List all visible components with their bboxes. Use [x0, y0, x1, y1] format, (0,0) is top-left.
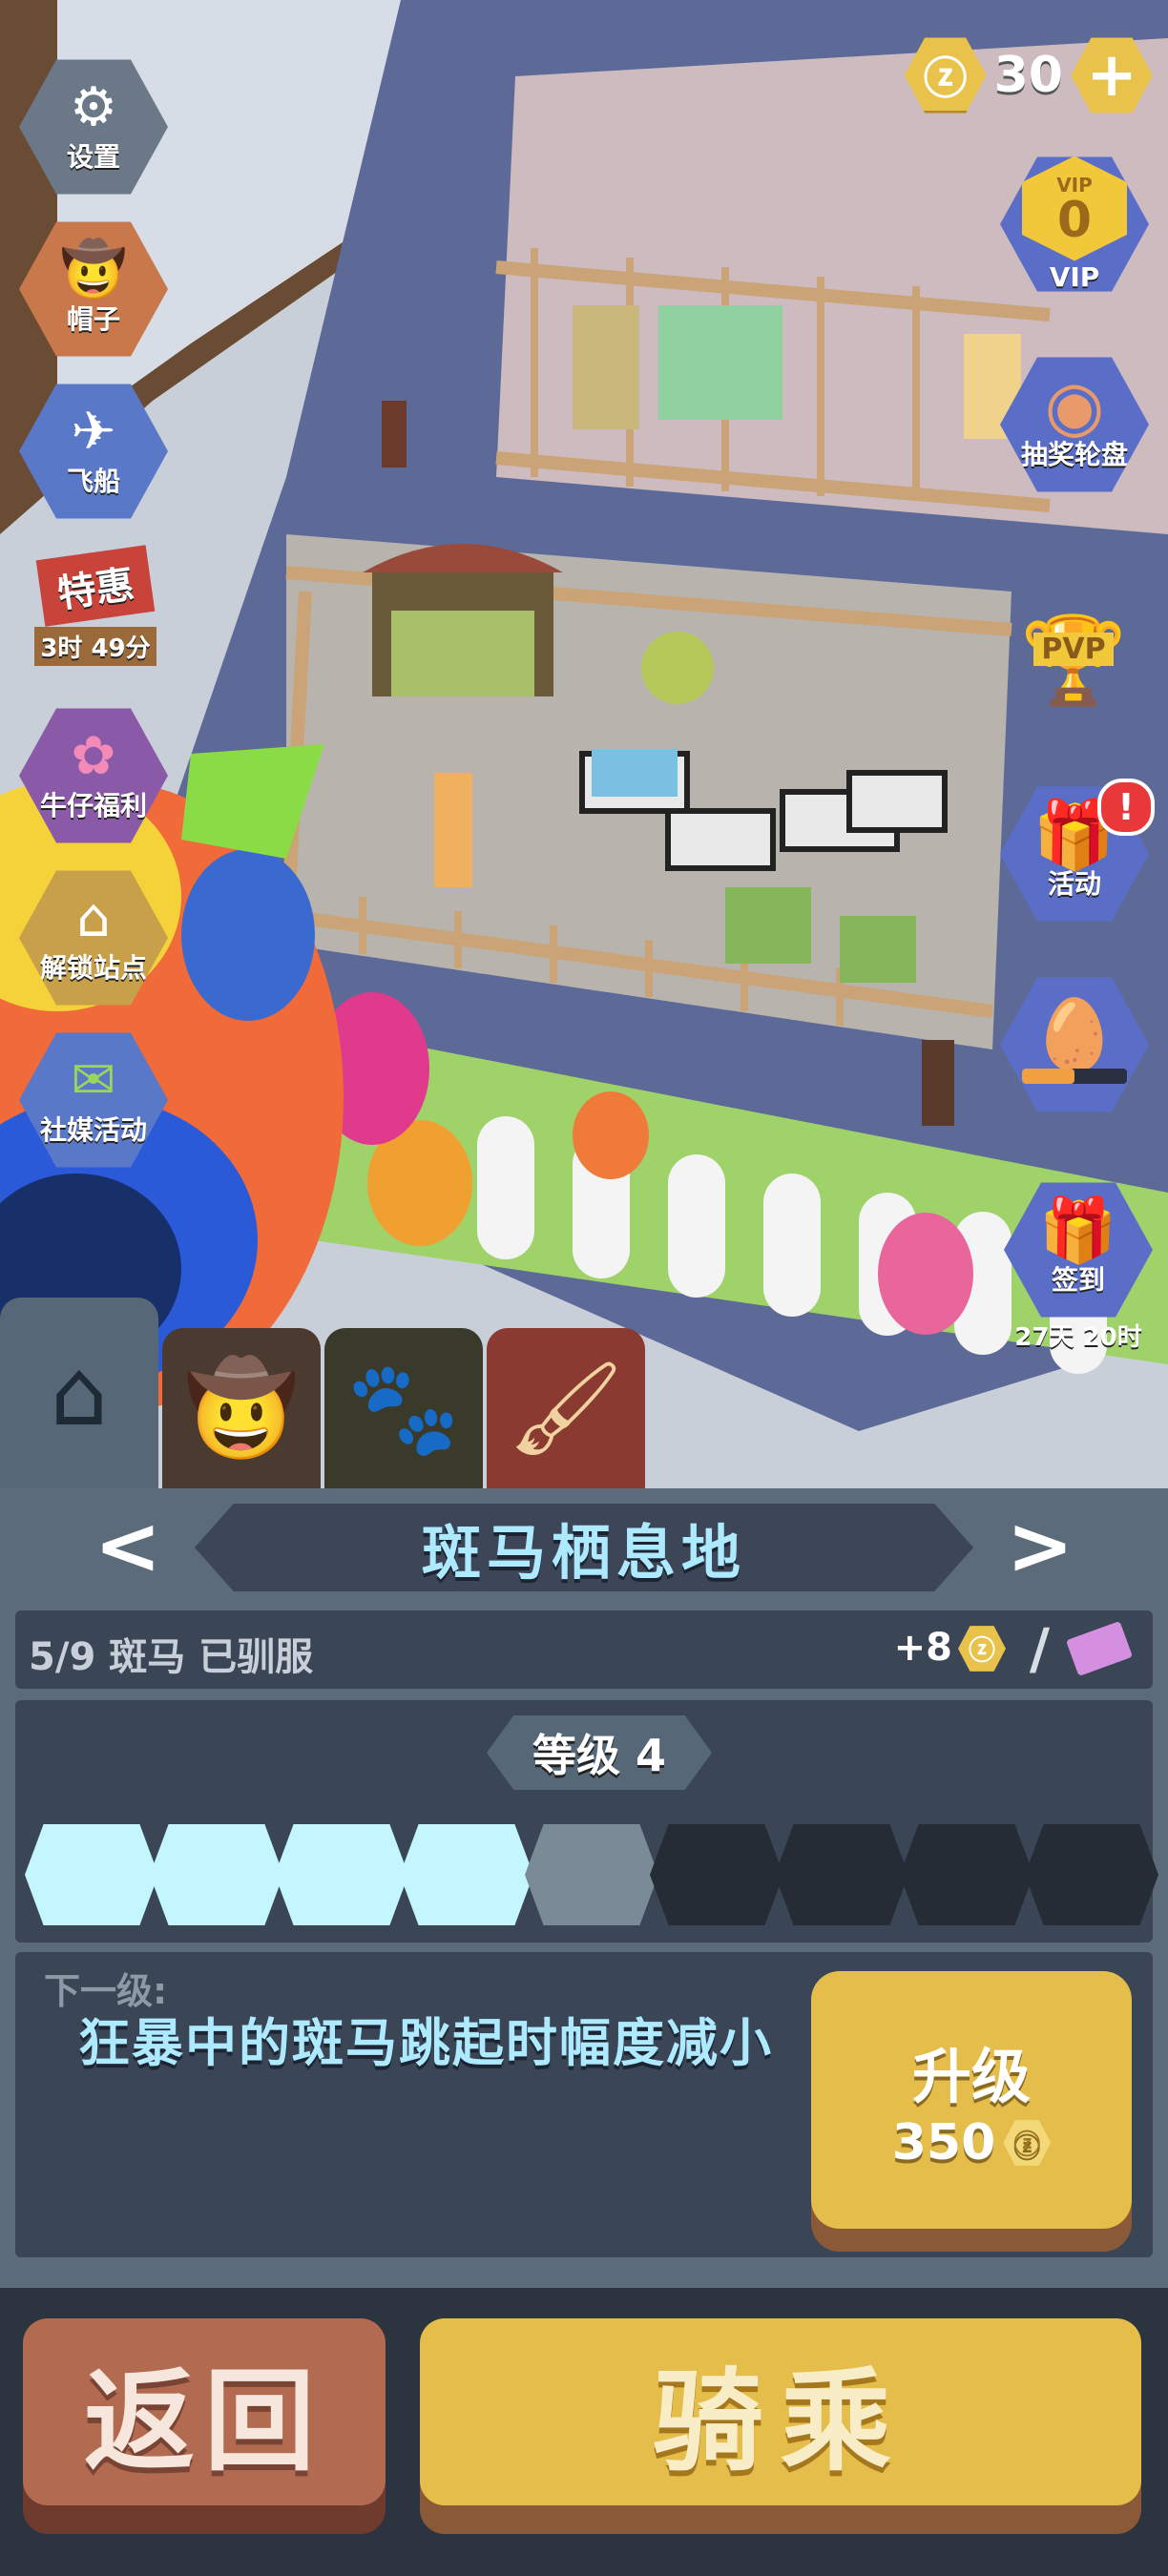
cowboy-welfare-label: 牛仔福利 [39, 790, 147, 821]
bottom-action-bar: 返回 骑乘 [0, 2288, 1168, 2576]
pvp-label: PVP [1033, 632, 1114, 666]
flower-icon: ✿ [71, 725, 116, 787]
currency-bar: ⓩ 30 + [904, 34, 1153, 116]
paw-icon: 🐾 [346, 1354, 461, 1462]
prev-habitat-button[interactable]: < [92, 1506, 164, 1586]
lottery-wheel-button[interactable]: ◉ 抽奖轮盘 [1000, 353, 1149, 496]
next-level-description: 狂暴中的斑马跳起时幅度减小 [78, 2013, 773, 2073]
tab-paw[interactable]: 🐾 [324, 1328, 483, 1488]
next-level-section: 下一级: 狂暴中的斑马跳起时幅度减小 升级 350 ⓩ [15, 1952, 1153, 2257]
unlock-station-button[interactable]: ⌂ 解锁站点 [19, 866, 168, 1009]
chat-icon: ✉ [71, 1049, 116, 1111]
level-badge: 等级 4 [487, 1715, 712, 1790]
unlock-station-label: 解锁站点 [39, 952, 147, 984]
social-event-label: 社媒活动 [39, 1114, 147, 1146]
upgrade-label: 升级 [911, 2042, 1031, 2111]
checkin-label: 签到 [1051, 1264, 1105, 1296]
airship-button[interactable]: ✈ 飞船 [19, 380, 168, 523]
station-icon: ⌂ [76, 887, 111, 949]
coin-amount: 30 [993, 47, 1063, 104]
gear-icon: ⚙ [69, 76, 118, 138]
vip-badge-icon: VIP 0 [1022, 156, 1127, 261]
habitat-title: 斑马栖息地 [195, 1504, 973, 1591]
hat-label: 帽子 [66, 303, 120, 335]
coin-icon: ⓩ [1003, 2120, 1052, 2166]
level-section: 等级 4 [15, 1700, 1158, 1942]
upgrade-cost-value: 350 [891, 2114, 996, 2171]
settings-label: 设置 [66, 141, 120, 173]
progress-segment [650, 1824, 783, 1925]
vip-button[interactable]: VIP 0 VIP [1000, 153, 1149, 296]
progress-segment [275, 1824, 408, 1925]
next-habitat-button[interactable]: > [1004, 1506, 1076, 1586]
upgrade-button[interactable]: 升级 350 ⓩ [811, 1971, 1132, 2229]
special-offer-timer: 3时 49分 [34, 626, 156, 666]
activity-button[interactable]: 🎁 活动 ! [1000, 779, 1155, 925]
ticket-icon [1065, 1620, 1134, 1677]
vip-label: VIP [1049, 260, 1100, 293]
tab-home[interactable]: ⌂ [0, 1298, 158, 1488]
activity-label: 活动 [1047, 868, 1101, 900]
category-tabs: ⌂ 🤠 🐾 🖌 [0, 1298, 668, 1488]
progress-segment [1025, 1824, 1158, 1925]
wheel-icon: ◉ [1044, 365, 1105, 446]
egg-progress-button[interactable]: 🥚 [1000, 973, 1149, 1116]
checkin-gift-icon: 🎁 [1038, 1194, 1118, 1267]
back-button[interactable]: 返回 [23, 2318, 386, 2505]
home-icon: ⌂ [50, 1340, 109, 1446]
special-offer-label: 特惠 [35, 544, 156, 627]
hat-button[interactable]: 🤠 帽子 [19, 218, 168, 361]
egg-icon: 🥚 [1032, 994, 1117, 1074]
progress-segment [150, 1824, 283, 1925]
egg-progress-track [1022, 1069, 1127, 1084]
tab-cowboy[interactable]: 🤠 [162, 1328, 321, 1488]
habitat-title-row: < 斑马栖息地 > [0, 1488, 1168, 1603]
paint-roller-icon: 🖌 [508, 1354, 624, 1462]
checkin-button[interactable]: 🎁 签到 27天 20时 [992, 1178, 1164, 1353]
ride-button[interactable]: 骑乘 [420, 2318, 1141, 2505]
checkin-timer: 27天 20时 [1014, 1323, 1142, 1352]
progress-segment [25, 1824, 158, 1925]
progress-segment [775, 1824, 908, 1925]
airship-icon: ✈ [71, 401, 116, 463]
coin-icon: ⓩ [958, 1626, 1006, 1672]
progress-segment [900, 1824, 1033, 1925]
bonus-value: +8 [893, 1626, 952, 1670]
special-offer-button[interactable]: 特惠 3时 49分 [19, 542, 172, 675]
tamed-status-row: 5/9 斑马 已驯服 +8 ⓩ / [15, 1610, 1153, 1689]
cowboy-welfare-button[interactable]: ✿ 牛仔福利 [19, 704, 168, 847]
tamed-count-text: 5/9 斑马 已驯服 [29, 1635, 314, 1679]
cowboy-hat-icon: 🤠 [184, 1354, 299, 1462]
settings-button[interactable]: ⚙ 设置 [19, 55, 168, 198]
activity-alert-badge: ! [1097, 779, 1155, 836]
vip-level-value: 0 [1056, 191, 1093, 249]
pvp-button[interactable]: 🏆 PVP [992, 568, 1155, 711]
level-progress-bar [25, 1824, 1158, 1925]
tab-paint[interactable]: 🖌 [487, 1328, 645, 1488]
social-event-button[interactable]: ✉ 社媒活动 [19, 1028, 168, 1172]
hat-icon: 🤠 [60, 239, 127, 301]
airship-label: 飞船 [66, 466, 120, 497]
upgrade-cost: 350 ⓩ [892, 2114, 1052, 2171]
coin-icon: ⓩ [904, 37, 987, 114]
progress-segment [525, 1824, 658, 1925]
add-coins-button[interactable]: + [1071, 37, 1153, 114]
separator: / [1029, 1616, 1050, 1681]
next-level-label: 下一级: [44, 1970, 168, 2012]
lottery-wheel-label: 抽奖轮盘 [1020, 439, 1128, 470]
progress-segment [400, 1824, 533, 1925]
egg-progress-fill [1022, 1069, 1074, 1084]
